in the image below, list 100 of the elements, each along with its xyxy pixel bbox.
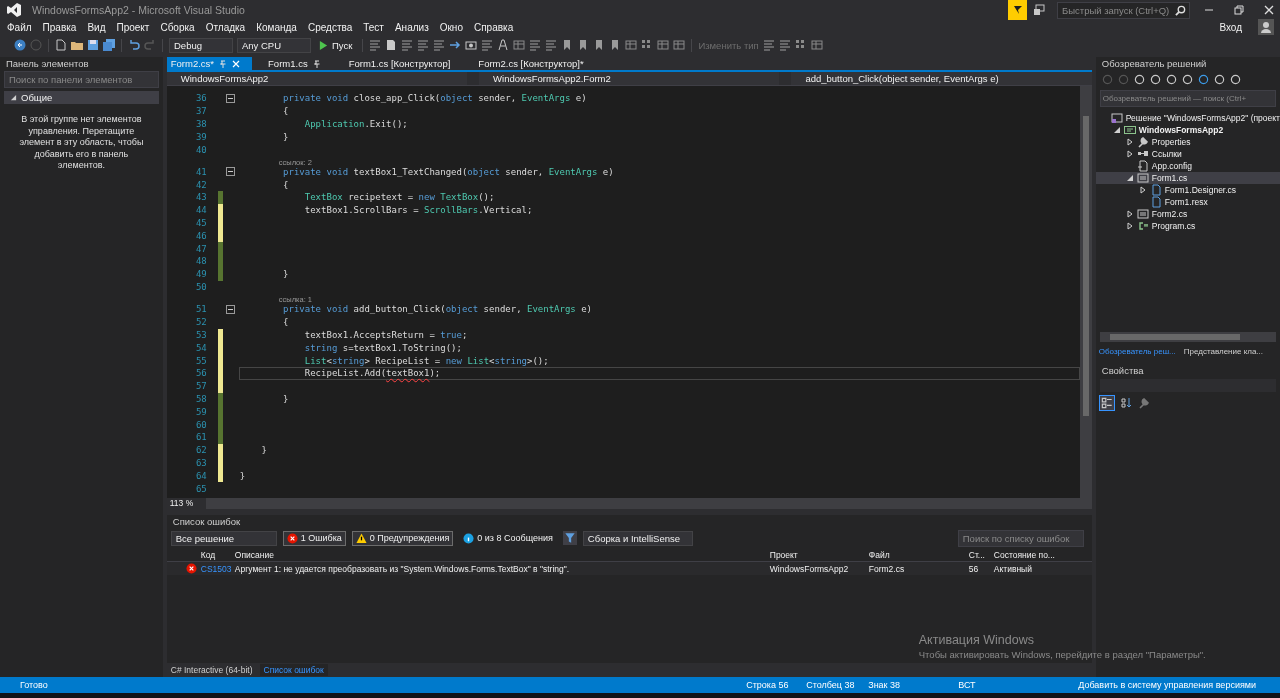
categorized-icon[interactable] (1099, 396, 1114, 410)
collapsed-arrow-icon[interactable] (1125, 138, 1134, 146)
platform-dropdown[interactable]: Any CPU (237, 37, 311, 53)
menu-item[interactable]: Отладка (201, 21, 250, 33)
menu-item[interactable]: Окно (435, 21, 467, 33)
pin-icon[interactable] (312, 59, 321, 68)
column-header[interactable]: Ст... (968, 549, 994, 560)
scope-dropdown[interactable]: Все решение (170, 530, 277, 546)
filter-button[interactable]: 0 Предупреждения (351, 530, 454, 546)
source-dropdown[interactable]: Сборка и IntelliSense (582, 530, 693, 546)
quick-launch-field[interactable]: Быстрый запуск (Ctrl+Q) (1057, 1, 1190, 19)
tree-item[interactable]: Решение "WindowsFormsApp2" (проект (1095, 112, 1280, 124)
list-icon[interactable] (762, 39, 775, 51)
tree-item[interactable]: Form1.cs (1095, 172, 1280, 184)
list-icon[interactable] (545, 39, 558, 51)
filter-icon[interactable] (562, 531, 577, 545)
menu-item[interactable]: Команда (252, 21, 301, 33)
list-icon[interactable] (417, 39, 430, 51)
panel-tab[interactable]: Представление кла... (1180, 345, 1266, 357)
expanded-arrow-icon[interactable] (1112, 126, 1121, 134)
menu-item[interactable]: Средства (303, 21, 357, 33)
search-icon[interactable] (1175, 4, 1186, 16)
document-tab[interactable]: Form2.cs [Конструктор]* (474, 57, 596, 70)
collapsed-arrow-icon[interactable] (1125, 150, 1134, 158)
collapse-icon[interactable] (225, 304, 235, 314)
column-header[interactable]: Код (200, 549, 235, 560)
collapsed-arrow-icon[interactable] (1125, 222, 1134, 230)
horizontal-scrollbar[interactable] (205, 498, 1092, 509)
vertical-scrollbar[interactable] (1079, 86, 1092, 498)
camera-icon[interactable] (465, 39, 478, 51)
menu-item[interactable]: Вид (83, 21, 110, 33)
navigation-dropdown[interactable]: WindowsFormsApp2 (166, 72, 468, 85)
column-header[interactable]: Описание (234, 549, 770, 560)
sign-in-link[interactable]: Вход (1219, 21, 1242, 33)
column-header[interactable]: Проект (769, 549, 869, 560)
list-icon[interactable] (529, 39, 542, 51)
save-icon[interactable] (87, 39, 99, 51)
font-icon[interactable] (497, 39, 510, 51)
filter-button[interactable]: 1 Ошибка (282, 530, 346, 546)
save-all-icon[interactable] (103, 39, 115, 51)
expanded-arrow-icon[interactable] (1125, 174, 1134, 182)
solution-search-input[interactable]: Обозреватель решений — поиск (Ctrl+ (1100, 94, 1275, 103)
table-icon[interactable] (673, 39, 686, 51)
list-icon[interactable] (433, 39, 446, 51)
tree-item[interactable]: Program.cs (1095, 220, 1280, 232)
horizontal-scrollbar[interactable] (1099, 332, 1276, 342)
file-icon[interactable] (55, 39, 67, 51)
list-icon[interactable] (778, 39, 791, 51)
tree-item[interactable]: WindowsFormsApp2 (1095, 124, 1280, 136)
collapsed-arrow-icon[interactable] (1125, 210, 1134, 218)
quick-launch-input[interactable]: Быстрый запуск (Ctrl+Q) (1058, 4, 1175, 16)
error-code-link[interactable]: CS1503 (200, 563, 235, 574)
table-icon[interactable] (810, 39, 823, 51)
tree-item[interactable]: Form1.resx (1095, 196, 1280, 208)
wrench-icon[interactable] (1137, 397, 1150, 409)
collapse-icon[interactable] (225, 93, 235, 103)
collapse-icon[interactable] (225, 167, 235, 177)
tree-item[interactable]: Form2.cs (1095, 208, 1280, 220)
expanded-arrow-icon[interactable] (10, 94, 17, 101)
navigation-dropdown[interactable]: WindowsFormsApp2.Form2 (479, 72, 780, 85)
filter-button[interactable]: 0 из 8 Сообщения (459, 530, 557, 546)
column-header[interactable]: Файл (868, 549, 969, 560)
panel-tab[interactable]: C# Interactive (64-bit) (166, 664, 257, 676)
menu-item[interactable]: Анализ (390, 21, 433, 33)
start-button[interactable]: Пуск (315, 39, 357, 51)
tree-item[interactable]: Ссылки (1095, 148, 1280, 160)
panel-tab[interactable]: Обозреватель реш... (1095, 345, 1179, 357)
menu-item[interactable]: Справка (469, 21, 518, 33)
solution-search-field[interactable]: Обозреватель решений — поиск (Ctrl+ (1099, 90, 1276, 107)
account-icon[interactable] (1258, 19, 1274, 35)
document-tab[interactable]: Form1.cs [Конструктор] (344, 57, 463, 70)
code-text: private void textBox1_TextChanged(object sender, EventArgs e) (282, 166, 614, 177)
table-icon[interactable] (625, 39, 638, 51)
tree-item[interactable]: App.config (1095, 160, 1280, 172)
navigation-dropdown[interactable]: add_button_Click(object sender, EventArgs e) (791, 72, 1092, 85)
document-icon[interactable] (385, 39, 398, 51)
menu-item[interactable]: Проект (112, 21, 154, 33)
feedback-button[interactable] (1008, 0, 1027, 20)
sort-icon[interactable] (1119, 397, 1132, 409)
menu-item[interactable]: Тест (359, 21, 388, 33)
menu-item[interactable]: Файл (3, 21, 36, 33)
menu-item[interactable]: Сборка (156, 21, 199, 33)
grid-icon[interactable] (794, 39, 807, 51)
restore-icon[interactable] (1234, 5, 1244, 15)
zoom-dropdown[interactable]: 113 % (166, 498, 206, 509)
collapsed-arrow-icon[interactable] (1138, 186, 1147, 194)
document-tab[interactable]: Form1.cs (264, 57, 333, 70)
menu-item[interactable]: Правка (38, 21, 81, 33)
undo-icon[interactable] (128, 39, 140, 51)
table-icon[interactable] (657, 39, 670, 51)
tree-item[interactable]: Properties (1095, 136, 1280, 148)
configuration-dropdown[interactable]: Debug (169, 37, 233, 53)
toolbox-group-header[interactable]: Общие (4, 91, 159, 104)
arrow-icon[interactable] (449, 39, 462, 51)
source-control-button[interactable]: Добавить в систему управления версиями (1078, 680, 1256, 690)
column-header[interactable]: Состояние по... (993, 549, 1074, 560)
close-icon[interactable] (1264, 5, 1274, 15)
panel-tab[interactable]: Список ошибок (259, 664, 328, 676)
notification-icon[interactable] (1033, 4, 1045, 16)
tree-item[interactable]: Form1.Designer.cs (1095, 184, 1280, 196)
